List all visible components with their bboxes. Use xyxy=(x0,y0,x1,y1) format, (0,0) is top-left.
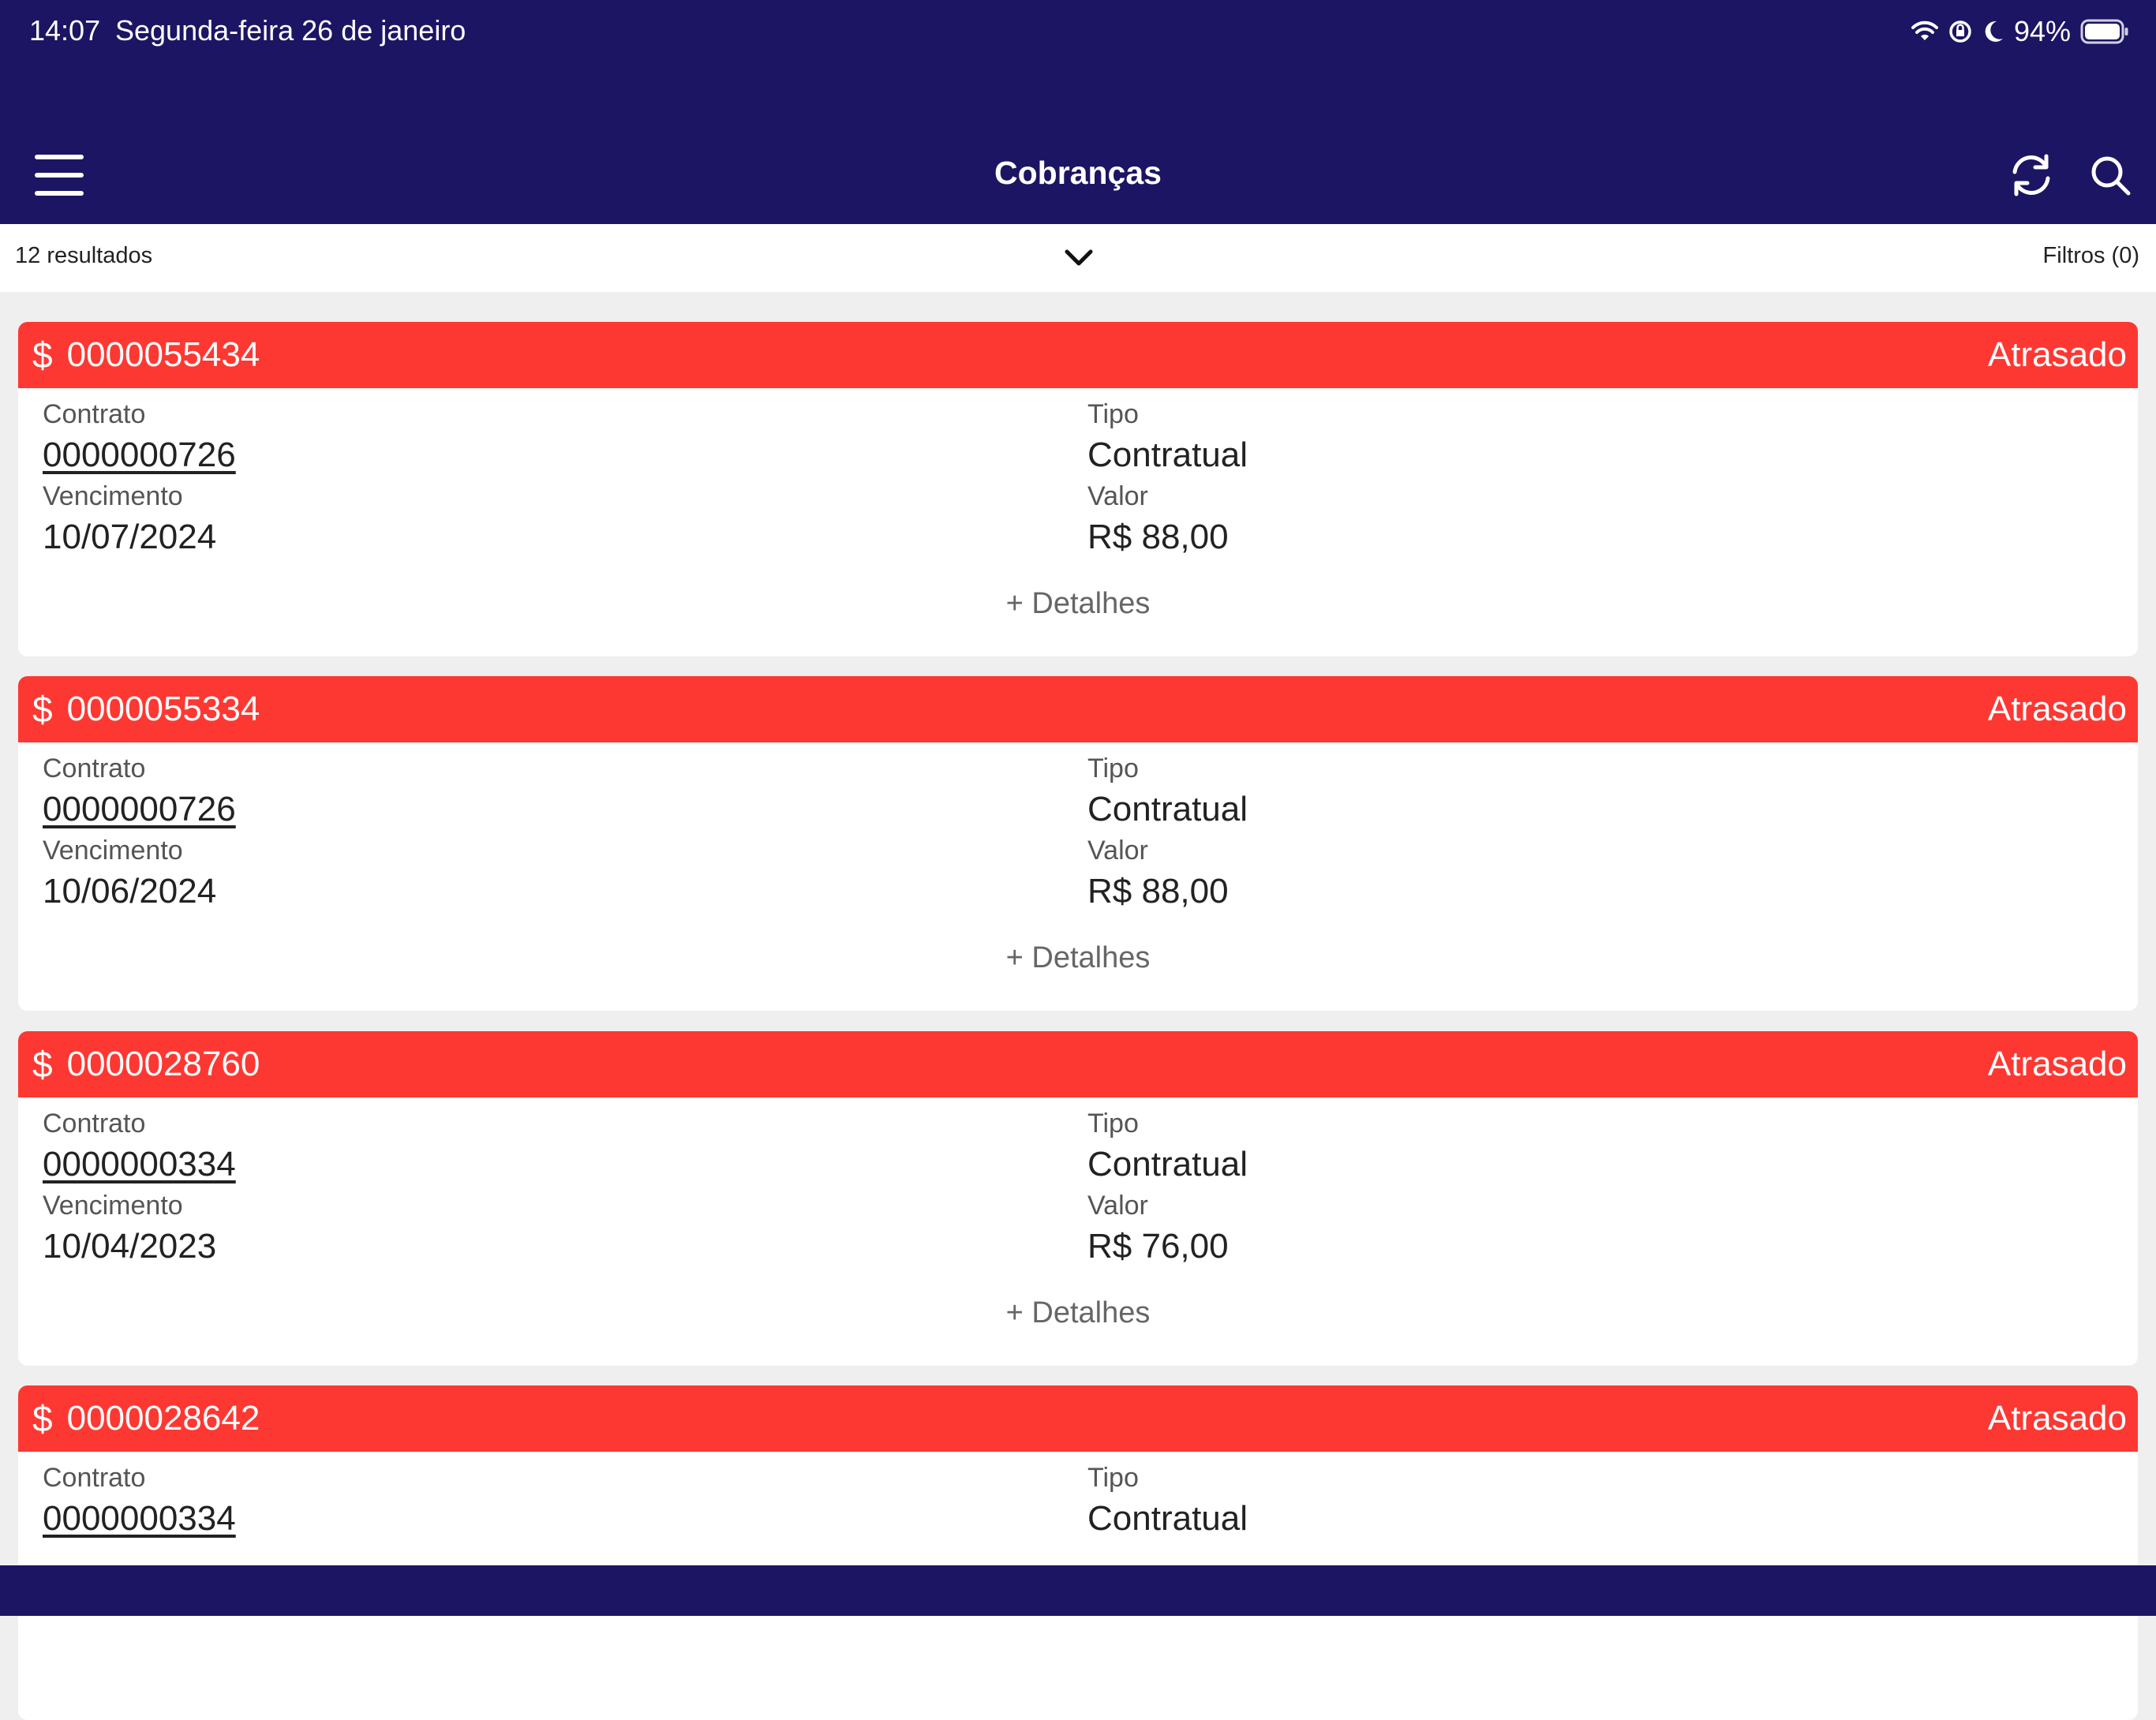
contract-label: Contrato xyxy=(43,753,146,783)
dollar-icon: $ xyxy=(32,1044,53,1085)
contract-link[interactable]: 0000000334 xyxy=(43,1145,236,1184)
charge-value: R$ 76,00 xyxy=(1087,1227,1229,1266)
charge-card-header: $ 0000055434 Atrasado xyxy=(18,322,2138,388)
type-label: Tipo xyxy=(1087,753,1139,783)
dollar-icon: $ xyxy=(32,689,53,730)
bottom-bar xyxy=(0,1565,2156,1616)
charge-id: 0000055334 xyxy=(66,690,260,728)
contract-link[interactable]: 0000000726 xyxy=(43,790,236,829)
search-icon[interactable] xyxy=(2088,153,2132,197)
refresh-icon[interactable] xyxy=(2008,151,2055,199)
results-count: 12 resultados xyxy=(15,243,153,268)
rotation-lock-icon xyxy=(1949,21,1971,43)
charge-value: R$ 88,00 xyxy=(1087,518,1229,556)
filters-button[interactable]: Filtros (0) xyxy=(2043,243,2139,269)
charge-card-header: $ 0000028642 Atrasado xyxy=(18,1385,2138,1452)
charge-card[interactable]: $ 0000055334 Atrasado Contrato 000000072… xyxy=(18,676,2138,1011)
charge-id: 0000055434 xyxy=(66,335,260,374)
type-value: Contratual xyxy=(1087,436,1248,474)
due-date: 10/04/2023 xyxy=(43,1227,217,1266)
charge-value: R$ 88,00 xyxy=(1087,872,1229,910)
status-date: Segunda-feira 26 de janeiro xyxy=(115,14,466,47)
battery-icon xyxy=(2080,19,2128,44)
type-label: Tipo xyxy=(1087,399,1139,429)
moon-icon xyxy=(1985,21,2003,42)
contract-label: Contrato xyxy=(43,1463,146,1493)
contract-link[interactable]: 0000000334 xyxy=(43,1499,236,1539)
chevron-down-icon[interactable] xyxy=(1064,248,1094,268)
status-badge: Atrasado xyxy=(1987,1399,2127,1438)
dollar-icon: $ xyxy=(32,1398,53,1439)
charge-card[interactable]: $ 0000055434 Atrasado Contrato 000000072… xyxy=(18,322,2138,656)
battery-percent: 94% xyxy=(2013,15,2071,47)
due-label: Vencimento xyxy=(43,836,183,866)
type-label: Tipo xyxy=(1087,1463,1139,1493)
status-badge: Atrasado xyxy=(1987,335,2127,374)
dollar-icon: $ xyxy=(32,335,53,376)
status-badge: Atrasado xyxy=(1987,690,2127,728)
due-label: Vencimento xyxy=(43,1191,183,1221)
due-date: 10/06/2024 xyxy=(43,872,217,910)
type-label: Tipo xyxy=(1087,1109,1139,1139)
wifi-icon xyxy=(1911,21,1938,40)
page-title: Cobranças xyxy=(994,155,1162,191)
value-label: Valor xyxy=(1087,836,1148,866)
status-badge: Atrasado xyxy=(1987,1045,2127,1083)
contract-label: Contrato xyxy=(43,399,146,429)
charge-card[interactable]: $ 0000028760 Atrasado Contrato 000000033… xyxy=(18,1031,2138,1366)
type-value: Contratual xyxy=(1087,790,1248,828)
details-link[interactable]: + Detalhes xyxy=(18,941,2138,975)
status-indicators: 94% xyxy=(1911,13,2129,50)
contract-label: Contrato xyxy=(43,1109,146,1139)
due-label: Vencimento xyxy=(43,481,183,511)
contract-link[interactable]: 0000000726 xyxy=(43,436,236,475)
type-value: Contratual xyxy=(1087,1499,1248,1538)
charge-card-header: $ 0000028760 Atrasado xyxy=(18,1031,2138,1097)
charge-id: 0000028642 xyxy=(66,1399,260,1438)
status-time: 14:07 xyxy=(29,14,101,47)
charge-card-header: $ 0000055334 Atrasado xyxy=(18,676,2138,742)
value-label: Valor xyxy=(1087,1191,1148,1221)
type-value: Contratual xyxy=(1087,1145,1248,1183)
details-link[interactable]: + Detalhes xyxy=(18,1296,2138,1330)
charge-card[interactable]: $ 0000028642 Atrasado Contrato 000000033… xyxy=(18,1385,2138,1720)
due-date: 10/07/2024 xyxy=(43,518,217,556)
charge-id: 0000028760 xyxy=(66,1045,260,1083)
value-label: Valor xyxy=(1087,481,1148,511)
app-header: 14:07 Segunda-feira 26 de janeiro 94% Co… xyxy=(0,0,2156,224)
details-link[interactable]: + Detalhes xyxy=(18,587,2138,621)
